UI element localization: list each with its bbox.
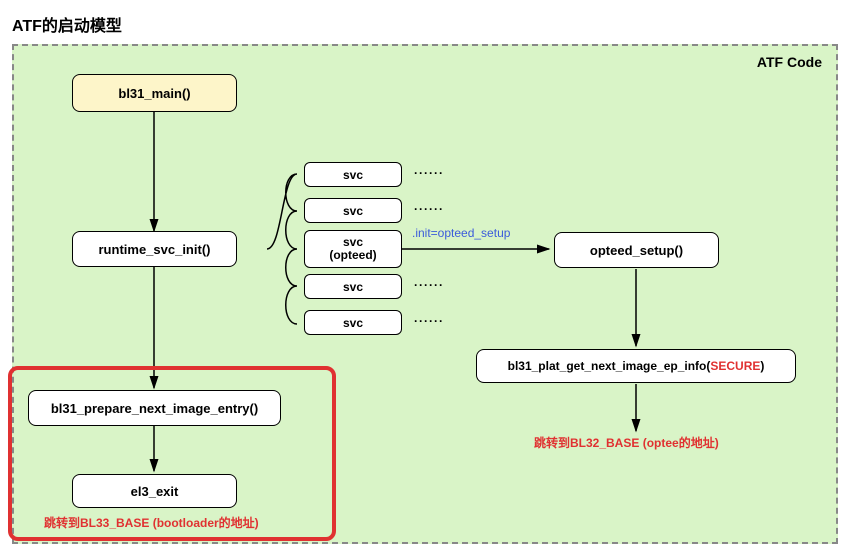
svc-dots-2: ······	[414, 202, 444, 216]
atf-code-container: ATF Code bl31_main() runtime_svc_init() …	[12, 44, 838, 544]
svc-opteed-line2: (opteed)	[329, 249, 376, 262]
svc-box-2: svc	[304, 198, 402, 223]
bl31-plat-prefix: bl31_plat_get_next_image_ep_info(	[508, 359, 711, 373]
container-label: ATF Code	[757, 54, 822, 70]
svc-box-4: svc	[304, 274, 402, 299]
node-bl31-main: bl31_main()	[72, 74, 237, 112]
svc-dots-4: ······	[414, 278, 444, 292]
svc-dots-1: ······	[414, 166, 444, 180]
node-runtime-svc-init: runtime_svc_init()	[72, 231, 237, 267]
svc-box-1: svc	[304, 162, 402, 187]
node-opteed-setup: opteed_setup()	[554, 232, 719, 268]
node-bl31-plat-get: bl31_plat_get_next_image_ep_info(SECURE)	[476, 349, 796, 383]
bl31-plat-suffix: )	[760, 359, 764, 373]
svc-dots-5: ······	[414, 314, 444, 328]
diagram-title: ATF的启动模型	[12, 12, 840, 36]
bl31-plat-arg: SECURE	[710, 359, 760, 373]
svc-box-opteed: svc (opteed)	[304, 230, 402, 268]
label-bl32-jump: 跳转到BL32_BASE (optee的地址)	[534, 434, 719, 451]
label-bl33-jump: 跳转到BL33_BASE (bootloader的地址)	[44, 514, 259, 531]
node-el3-exit: el3_exit	[72, 474, 237, 508]
node-bl31-prepare: bl31_prepare_next_image_entry()	[28, 390, 281, 426]
svc-box-5: svc	[304, 310, 402, 335]
edge-label-init: .init=opteed_setup	[412, 226, 510, 240]
